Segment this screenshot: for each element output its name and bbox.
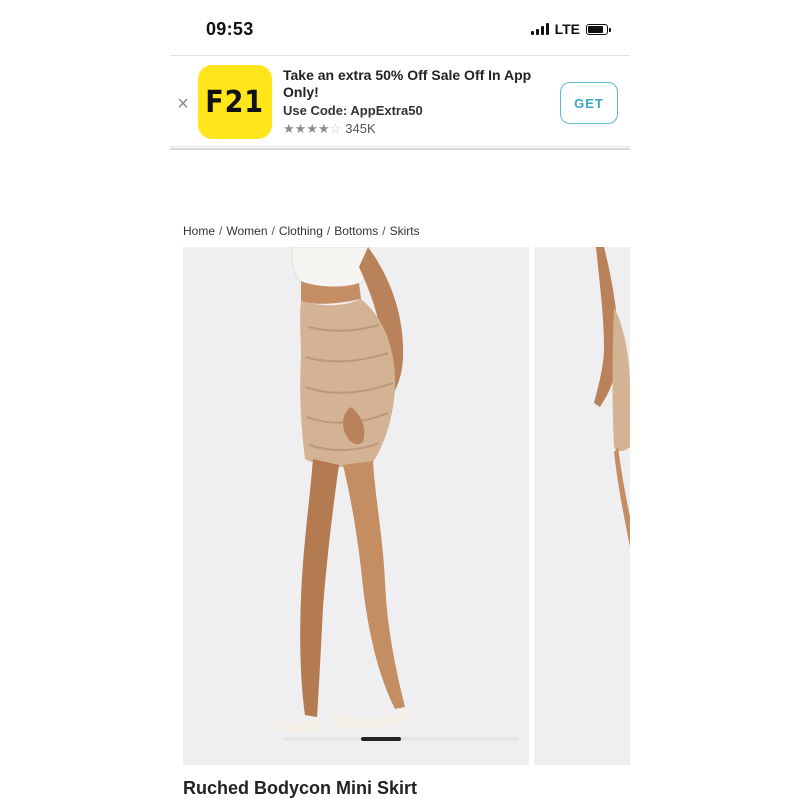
app-icon-logo: F21 <box>205 84 265 120</box>
product-photo-back-view <box>594 247 630 547</box>
promo-code: Use Code: AppExtra50 <box>283 103 423 118</box>
star-icon: ★ <box>294 120 307 136</box>
battery-icon <box>586 23 611 35</box>
gallery-scrollbar[interactable] <box>283 737 519 741</box>
banner-divider <box>170 148 630 156</box>
app-icon[interactable]: F21 <box>198 65 272 139</box>
product-photo-side-view <box>273 247 413 738</box>
breadcrumb-separator: / <box>219 224 223 238</box>
get-app-button[interactable]: GET <box>560 82 618 124</box>
breadcrumb-bottoms[interactable]: Bottoms <box>334 224 378 238</box>
breadcrumb-home[interactable]: Home <box>183 224 215 238</box>
star-icon: ★ <box>306 120 318 136</box>
breadcrumb-women[interactable]: Women <box>226 224 267 238</box>
breadcrumb-separator: / <box>271 224 275 238</box>
breadcrumb: Home / Women / Clothing / Bottoms / Skir… <box>183 224 420 238</box>
rating-stars: ★ ★ ★ ★ ☆ <box>283 120 342 136</box>
mobile-screen: 09:53 LTE × F21 Take an extra 50% Off Sa… <box>170 0 630 800</box>
close-icon[interactable]: × <box>175 94 191 114</box>
breadcrumb-separator: / <box>326 224 331 238</box>
status-icons: LTE <box>530 21 611 37</box>
breadcrumb-clothing[interactable]: Clothing <box>279 224 323 238</box>
product-title: Ruched Bodycon Mini Skirt <box>183 778 418 798</box>
star-icon: ★ <box>283 120 295 136</box>
half-star-icon: ☆ <box>329 120 342 136</box>
banner-text: Take an extra 50% Off Sale Off In App On… <box>283 67 553 136</box>
star-icon: ★ <box>317 120 330 136</box>
breadcrumb-separator: / <box>382 224 386 238</box>
app-rating: ★ ★ ★ ★ ☆ 345K <box>283 121 553 136</box>
product-image-next[interactable] <box>534 247 630 765</box>
status-time: 09:53 <box>206 19 254 39</box>
app-install-banner: × F21 Take an extra 50% Off Sale Off In … <box>170 55 630 147</box>
banner-title: Take an extra 50% Off Sale Off In App On… <box>283 67 532 100</box>
rating-count: 345K <box>345 121 376 136</box>
gallery-scroll-thumb[interactable] <box>361 737 401 741</box>
network-label: LTE <box>554 21 580 37</box>
signal-icon <box>530 23 549 35</box>
product-image-main[interactable] <box>183 247 529 765</box>
breadcrumb-skirts[interactable]: Skirts <box>390 224 420 238</box>
